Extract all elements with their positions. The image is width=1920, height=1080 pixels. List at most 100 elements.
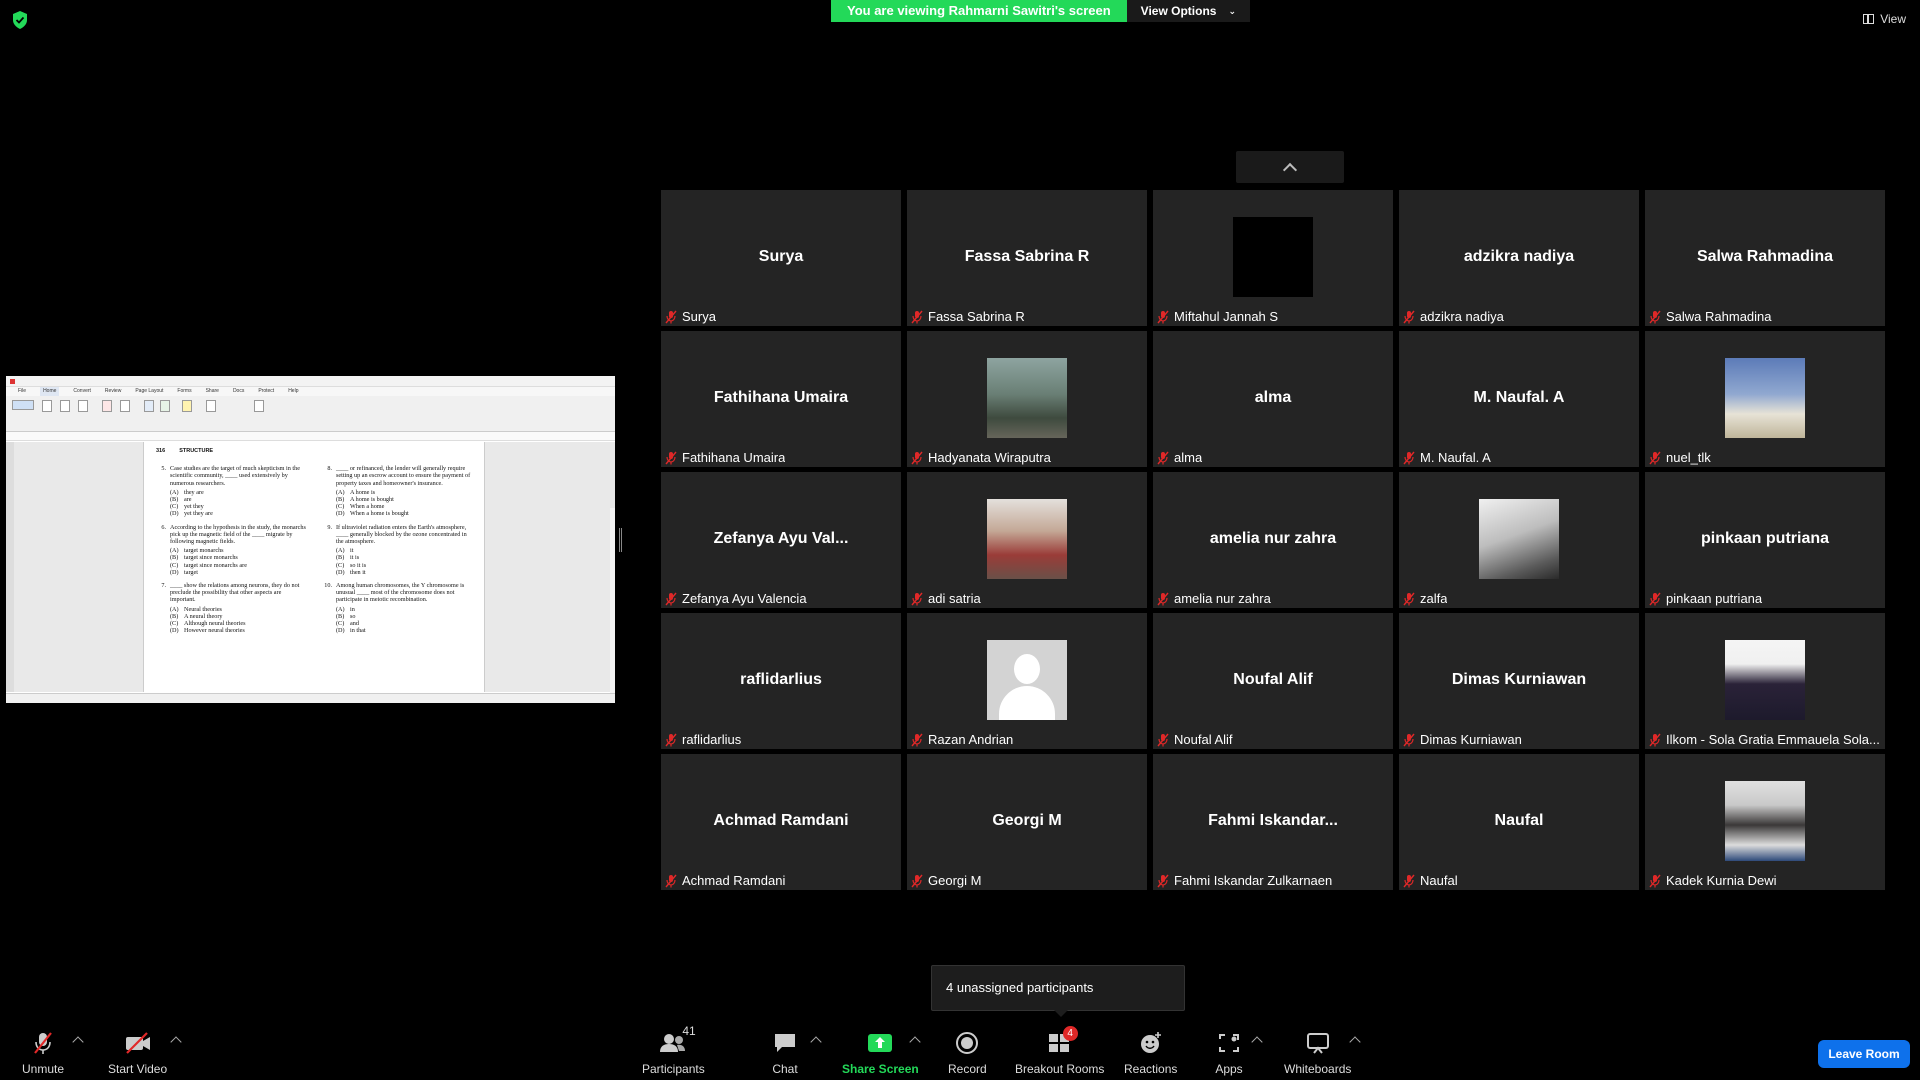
option-text: are: [184, 496, 192, 504]
video-options-caret-icon[interactable]: [170, 1036, 182, 1048]
option-text: in: [350, 605, 355, 613]
participant-tile[interactable]: Hadyanata Wiraputra: [907, 331, 1147, 467]
option-text: in that: [350, 627, 366, 635]
leave-room-button[interactable]: Leave Room: [1818, 1040, 1910, 1068]
participant-tile[interactable]: Miftahul Jannah S: [1153, 190, 1393, 326]
participant-tile[interactable]: Georgi M Georgi M: [907, 754, 1147, 890]
option-text: Although neural theories: [184, 620, 246, 628]
participant-display-name: Salwa Rahmadina: [1696, 248, 1834, 265]
participant-tile[interactable]: Salwa Rahmadina Salwa Rahmadina: [1645, 190, 1885, 326]
chat-button[interactable]: Chat: [770, 1030, 800, 1076]
apps-options-caret-icon[interactable]: [1251, 1036, 1263, 1048]
participant-display-name: Surya: [758, 248, 804, 265]
muted-mic-icon: [28, 1030, 58, 1056]
ribbon-to-word-icon: [144, 400, 154, 412]
answer-option: (A) in: [322, 606, 472, 613]
muted-mic-icon: [1403, 733, 1415, 747]
participant-name-label: Noufal Alif: [1157, 732, 1233, 747]
participant-tile[interactable]: raflidarlius raflidarlius: [661, 613, 901, 749]
participant-name: Kadek Kurnia Dewi: [1666, 873, 1777, 888]
view-button[interactable]: View: [1863, 12, 1906, 26]
shared-screen-content[interactable]: File Home Convert Review Page Layout Forms Sha…: [6, 376, 615, 703]
participant-video: [1725, 358, 1805, 438]
shared-menu-item: Home: [40, 387, 60, 396]
participant-tile[interactable]: pinkaan putriana pinkaan putriana: [1645, 472, 1885, 608]
question-text: ____ show the relations among neurons, t…: [170, 582, 300, 604]
audio-options-caret-icon[interactable]: [72, 1036, 84, 1048]
participant-tile[interactable]: adi satria: [907, 472, 1147, 608]
record-button[interactable]: Record: [948, 1030, 987, 1076]
answer-option: (B) A neural theory: [156, 613, 306, 620]
screen-share-banner: You are viewing Rahmarni Sawitri's scree…: [831, 0, 1251, 22]
participant-tile[interactable]: Fassa Sabrina R Fassa Sabrina R: [907, 190, 1147, 326]
share-screen-button[interactable]: Share Screen: [842, 1030, 919, 1076]
participant-name-label: Fassa Sabrina R: [911, 309, 1025, 324]
participant-tile[interactable]: nuel_tlk: [1645, 331, 1885, 467]
gallery-page-up-button[interactable]: [1236, 151, 1344, 183]
participant-tile[interactable]: amelia nur zahra amelia nur zahra: [1153, 472, 1393, 608]
participant-tile[interactable]: Fahmi Iskandar... Fahmi Iskandar Zulkarna…: [1153, 754, 1393, 890]
shared-menu-item: Forms: [177, 388, 192, 394]
participant-display-name: Naufal: [1494, 812, 1544, 829]
questions-right-column: 8. ____ or refinanced, the lender will ge…: [322, 465, 472, 640]
muted-mic-icon: [1403, 310, 1415, 324]
participant-name: M. Naufal. A: [1420, 450, 1491, 465]
participant-tile[interactable]: Surya Surya: [661, 190, 901, 326]
participant-tile[interactable]: Zefanya Ayu Val... Zefanya Ayu Valencia: [661, 472, 901, 608]
document-page: 316 STRUCTURE 5. Case studies are the targ…: [143, 442, 485, 692]
option-text: so it is: [350, 561, 367, 569]
participant-tile[interactable]: zalfa: [1399, 472, 1639, 608]
section-title: STRUCTURE: [179, 448, 214, 454]
shared-app-menu: File Home Convert Review Page Layout Forms Sha…: [6, 387, 615, 396]
participant-tile[interactable]: Achmad Ramdani Achmad Ramdani: [661, 754, 901, 890]
chat-label: Chat: [772, 1062, 798, 1076]
participant-tile[interactable]: Dimas Kurniawan Dimas Kurniawan: [1399, 613, 1639, 749]
view-options-button[interactable]: View Options ⌄: [1126, 0, 1251, 22]
whiteboards-button[interactable]: Whiteboards: [1284, 1030, 1351, 1076]
option-letter: (D): [170, 627, 179, 635]
participant-name: amelia nur zahra: [1174, 591, 1271, 606]
unmute-button[interactable]: Unmute: [22, 1030, 64, 1076]
option-text: When a home is bought: [350, 510, 409, 518]
ribbon-text-icon: [60, 400, 70, 412]
shared-menu-item: Help: [288, 388, 299, 394]
participant-tile[interactable]: M. Naufal. A M. Naufal. A: [1399, 331, 1639, 467]
participant-name-label: Fathihana Umaira: [665, 450, 785, 465]
participants-count: 41: [682, 1024, 696, 1038]
participant-tile[interactable]: Fathihana Umaira Fathihana Umaira: [661, 331, 901, 467]
participant-tile[interactable]: Noufal Alif Noufal Alif: [1153, 613, 1393, 749]
participant-tile[interactable]: Razan Andrian: [907, 613, 1147, 749]
security-shield-icon[interactable]: [10, 10, 30, 30]
answer-option: (C) yet they: [156, 503, 306, 510]
split-resize-handle[interactable]: [619, 528, 622, 552]
ribbon-combine-icon: [120, 400, 130, 412]
participant-tile[interactable]: adzikra nadiya adzikra nadiya: [1399, 190, 1639, 326]
participant-name: Razan Andrian: [928, 732, 1014, 747]
start-video-label: Start Video: [108, 1062, 168, 1076]
option-text: and: [350, 620, 359, 628]
breakout-rooms-button[interactable]: 4 Breakout Rooms: [1015, 1026, 1104, 1076]
participant-name: Dimas Kurniawan: [1420, 732, 1522, 747]
participant-tile[interactable]: Ilkom - Sola Gratia Emmauela Sola...: [1645, 613, 1885, 749]
participant-name: pinkaan putriana: [1666, 591, 1763, 606]
participant-tile[interactable]: alma alma: [1153, 331, 1393, 467]
option-letter: (B): [170, 496, 179, 504]
participants-button[interactable]: 41 Participants: [642, 1024, 705, 1076]
participant-display-name: Noufal Alif: [1233, 671, 1313, 688]
option-text: A home is: [350, 488, 376, 496]
unassigned-participants-tooltip[interactable]: 4 unassigned participants: [931, 965, 1185, 1017]
participant-tile[interactable]: Naufal Naufal: [1399, 754, 1639, 890]
participant-name: Surya: [682, 309, 716, 324]
participant-tile[interactable]: Kadek Kurnia Dewi: [1645, 754, 1885, 890]
reactions-button[interactable]: Reactions: [1124, 1030, 1177, 1076]
participant-name-label: Surya: [665, 309, 716, 324]
option-text: target: [184, 568, 198, 576]
question-item: 10. Among human chromosomes, the Y chromo…: [322, 582, 472, 640]
start-video-button[interactable]: Start Video: [108, 1030, 167, 1076]
muted-mic-icon: [1403, 592, 1415, 606]
participant-name: Fahmi Iskandar Zulkarnaen: [1174, 873, 1333, 888]
chat-options-caret-icon[interactable]: [810, 1036, 822, 1048]
apps-button[interactable]: Apps: [1214, 1030, 1244, 1076]
participant-name: nuel_tlk: [1666, 450, 1711, 465]
participant-name: Achmad Ramdani: [682, 873, 786, 888]
